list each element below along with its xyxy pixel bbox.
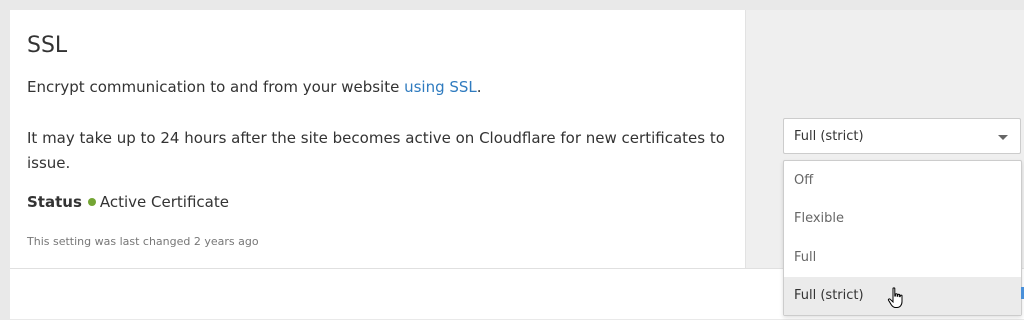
status-value: Active Certificate	[99, 193, 229, 211]
ssl-option-off[interactable]: Off	[784, 162, 1021, 200]
last-changed-text: This setting was last changed 2 years ag…	[27, 235, 259, 248]
ssl-option-full[interactable]: Full	[784, 239, 1021, 277]
using-ssl-link[interactable]: using SSL	[404, 78, 477, 96]
card-title: SSL	[27, 33, 68, 58]
ssl-card-body: SSL Encrypt communication to and from yo…	[10, 10, 745, 268]
status-line: Status Active Certificate	[27, 192, 229, 212]
description-period: .	[476, 78, 482, 96]
status-dot-icon	[87, 198, 96, 206]
ssl-mode-selected-value: Full (strict)	[794, 129, 864, 144]
certificate-note: It may take up to 24 hours after the sit…	[27, 129, 725, 172]
ssl-description: Encrypt communication to and from your w…	[27, 77, 482, 97]
status-label: Status	[27, 193, 82, 211]
ssl-option-flexible[interactable]: Flexible	[784, 200, 1021, 238]
hand-pointer-cursor-icon	[887, 287, 903, 308]
description-text: Encrypt communication to and from your w…	[27, 78, 405, 96]
chevron-down-icon[interactable]	[998, 135, 1008, 140]
ssl-mode-select[interactable]: Full (strict)	[783, 118, 1021, 154]
